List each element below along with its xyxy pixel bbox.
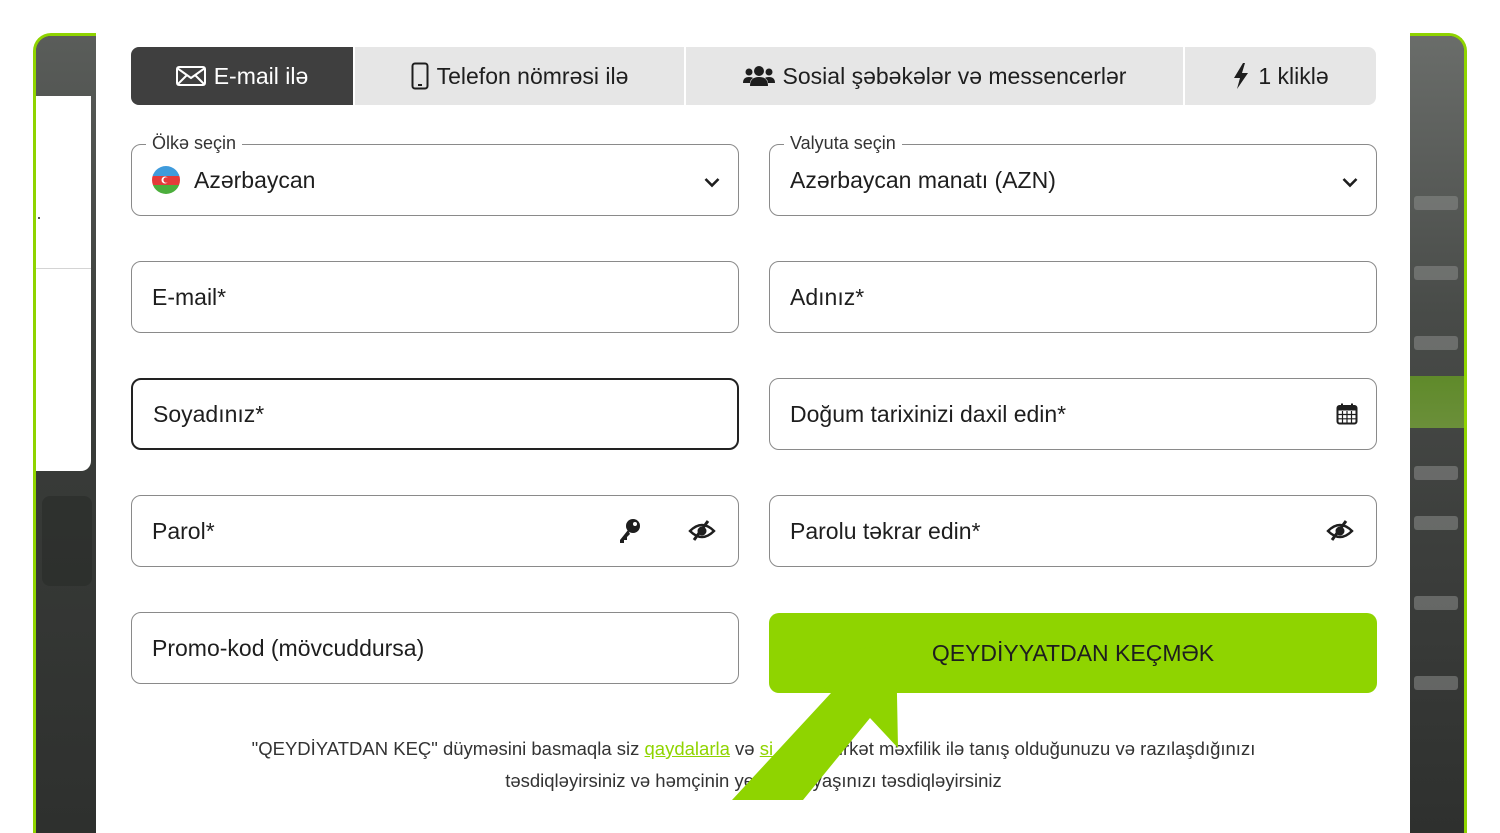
- azerbaijan-flag-icon: [152, 166, 180, 194]
- background-dot: [38, 217, 40, 219]
- first-name-field[interactable]: Adınız*: [769, 261, 1377, 333]
- tab-one-click-label: 1 kliklə: [1258, 62, 1329, 89]
- background-blurred-text: [1414, 516, 1458, 530]
- promo-code-placeholder: Promo-kod (mövcuddursa): [152, 634, 425, 661]
- terms-text-middle: şirkət məxfilik ilə tanış olduğunuzu və …: [773, 738, 1256, 759]
- registration-modal: E-mail ilə Telefon nömrəsi ilə Sosial şə…: [96, 33, 1410, 833]
- key-icon[interactable]: [618, 518, 642, 544]
- lightning-icon: [1232, 63, 1250, 89]
- background-blurred-text: [1414, 596, 1458, 610]
- tab-one-click[interactable]: 1 kliklə: [1185, 47, 1376, 105]
- mobile-phone-icon: [411, 62, 429, 90]
- terms-text: "QEYDİYATDAN KEÇ" düyməsini basmaqla siz…: [136, 733, 1371, 797]
- promo-code-field[interactable]: Promo-kod (mövcuddursa): [131, 612, 739, 684]
- background-right-strip: [1408, 36, 1464, 833]
- register-button[interactable]: QEYDİYYATDAN KEÇMƏK: [769, 613, 1377, 693]
- terms-text-before: "QEYDİYATDAN KEÇ" düyməsini basmaqla siz: [251, 738, 645, 759]
- currency-select[interactable]: Valyuta seçin Azərbaycan manatı (AZN): [769, 132, 1377, 216]
- first-name-placeholder: Adınız*: [790, 283, 865, 310]
- tab-phone[interactable]: Telefon nömrəsi ilə: [355, 47, 686, 105]
- country-legend: Ölkə seçin: [146, 132, 243, 154]
- eye-slash-icon[interactable]: [1326, 520, 1354, 542]
- password-repeat-placeholder: Parolu təkrar edin*: [790, 517, 981, 544]
- terms-line-2: təsdiqləyirsiniz və həmçinin yetkin k ya…: [505, 770, 1002, 791]
- background-blurred-text: [1414, 676, 1458, 690]
- background-blurred-text: [1414, 466, 1458, 480]
- chevron-down-icon: [704, 167, 720, 194]
- country-value: Azərbaycan: [194, 166, 316, 193]
- calendar-icon[interactable]: [1336, 403, 1358, 425]
- envelope-icon: [175, 66, 206, 86]
- birth-date-field[interactable]: Doğum tarixinizi daxil edin*: [769, 378, 1377, 450]
- birth-date-placeholder: Doğum tarixinizi daxil edin*: [790, 400, 1067, 427]
- last-name-placeholder: Soyadınız*: [153, 400, 265, 427]
- country-select[interactable]: Ölkə seçin Azərbaycan: [131, 132, 739, 216]
- background-blurred-text: [1414, 266, 1458, 280]
- background-blurred-text: [1414, 196, 1458, 210]
- registration-method-tabs: E-mail ilə Telefon nömrəsi ilə Sosial şə…: [131, 47, 1376, 105]
- background-blurred-text: [1414, 336, 1458, 350]
- last-name-field[interactable]: Soyadınız*: [131, 378, 739, 450]
- background-blurred-button: [42, 496, 92, 586]
- tab-email-label: E-mail ilə: [213, 62, 309, 89]
- email-placeholder: E-mail*: [152, 283, 227, 310]
- email-field[interactable]: E-mail*: [131, 261, 739, 333]
- terms-text-and: və: [729, 738, 760, 759]
- terms-line-1: "QEYDİYATDAN KEÇ" düyməsini basmaqla siz…: [136, 733, 1371, 765]
- background-divider: [36, 268, 91, 269]
- password-repeat-field[interactable]: Parolu təkrar edin*: [769, 495, 1377, 567]
- background-left-panel: [36, 96, 91, 471]
- tab-social-label: Sosial şəbəkələr və messencerlər: [782, 62, 1127, 89]
- tab-phone-label: Telefon nömrəsi ilə: [436, 62, 629, 89]
- eye-slash-icon[interactable]: [688, 520, 716, 542]
- tab-social[interactable]: Sosial şəbəkələr və messencerlər: [686, 47, 1185, 105]
- privacy-link[interactable]: si: [760, 738, 773, 759]
- rules-link[interactable]: qaydalarla: [645, 738, 730, 759]
- chevron-down-icon: [1342, 167, 1358, 194]
- users-icon: [742, 64, 775, 88]
- currency-legend: Valyuta seçin: [784, 132, 902, 154]
- currency-value: Azərbaycan manatı (AZN): [790, 166, 1056, 193]
- tab-email[interactable]: E-mail ilə: [131, 47, 355, 105]
- password-placeholder: Parol*: [152, 517, 215, 544]
- password-field[interactable]: Parol*: [131, 495, 739, 567]
